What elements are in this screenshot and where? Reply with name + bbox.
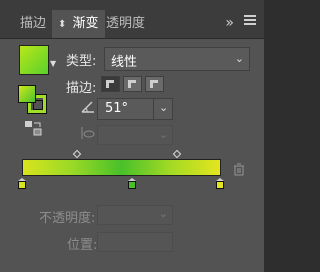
trash-icon[interactable] xyxy=(233,163,245,176)
gradient-panel: 描边 ⬍ 渐变 透明度 » ▼ 类型: 线性 ⌄ 描边: 51° ⌄ ⌄ 不透明… xyxy=(0,0,264,272)
chevron-down-icon: ⌄ xyxy=(158,207,168,220)
type-label: 类型: xyxy=(66,54,97,69)
midpoint-diamond-left[interactable] xyxy=(72,149,82,159)
angle-icon xyxy=(81,101,94,113)
opacity-input[interactable]: ⌄ xyxy=(97,205,173,225)
location-label: 位置: xyxy=(67,238,98,253)
stroke-within-button[interactable] xyxy=(101,76,120,92)
aspect-ratio-input[interactable]: ⌄ xyxy=(97,125,173,145)
gradient-stop-right[interactable] xyxy=(216,178,224,189)
stroke-along-button[interactable] xyxy=(123,76,142,92)
chevron-down-icon[interactable]: ⌄ xyxy=(159,101,168,114)
chevron-down-icon: ⌄ xyxy=(234,52,244,65)
swatch-dropdown-icon[interactable]: ▼ xyxy=(50,59,56,68)
reverse-gradient-icon[interactable] xyxy=(24,120,42,136)
chevron-down-icon: ⌄ xyxy=(159,128,169,141)
overflow-chevron-icon[interactable]: » xyxy=(225,15,234,31)
stroke-label: 描边: xyxy=(66,81,97,96)
tab-transparency[interactable]: 透明度 xyxy=(100,10,151,38)
tab-stroke-label: 描边 xyxy=(20,16,47,31)
gradient-swatch[interactable] xyxy=(19,45,49,75)
gradient-stop-left[interactable] xyxy=(18,178,26,189)
tab-transparency-label: 透明度 xyxy=(106,16,146,31)
tab-bar: 描边 ⬍ 渐变 透明度 » xyxy=(0,0,264,39)
location-input[interactable] xyxy=(97,232,173,252)
gradient-stop-middle[interactable] xyxy=(128,178,136,189)
fill-swatch[interactable] xyxy=(18,85,36,103)
midpoint-diamond-right[interactable] xyxy=(172,149,182,159)
panel-menu-icon[interactable] xyxy=(242,12,258,28)
type-select-value: 线性 xyxy=(111,55,138,70)
gradient-slider[interactable] xyxy=(22,159,221,176)
tab-stack-icon: ⬍ xyxy=(58,19,67,30)
aspect-ratio-icon xyxy=(81,127,95,139)
tab-gradient[interactable]: ⬍ 渐变 xyxy=(52,10,105,38)
stroke-across-button[interactable] xyxy=(145,76,164,92)
type-select[interactable]: 线性 ⌄ xyxy=(104,47,250,71)
angle-input[interactable]: 51° ⌄ xyxy=(97,98,173,120)
angle-value: 51° xyxy=(105,101,129,116)
tab-stroke[interactable]: 描边 xyxy=(14,10,55,38)
opacity-label: 不透明度: xyxy=(39,211,96,226)
tab-gradient-label: 渐变 xyxy=(72,16,99,31)
